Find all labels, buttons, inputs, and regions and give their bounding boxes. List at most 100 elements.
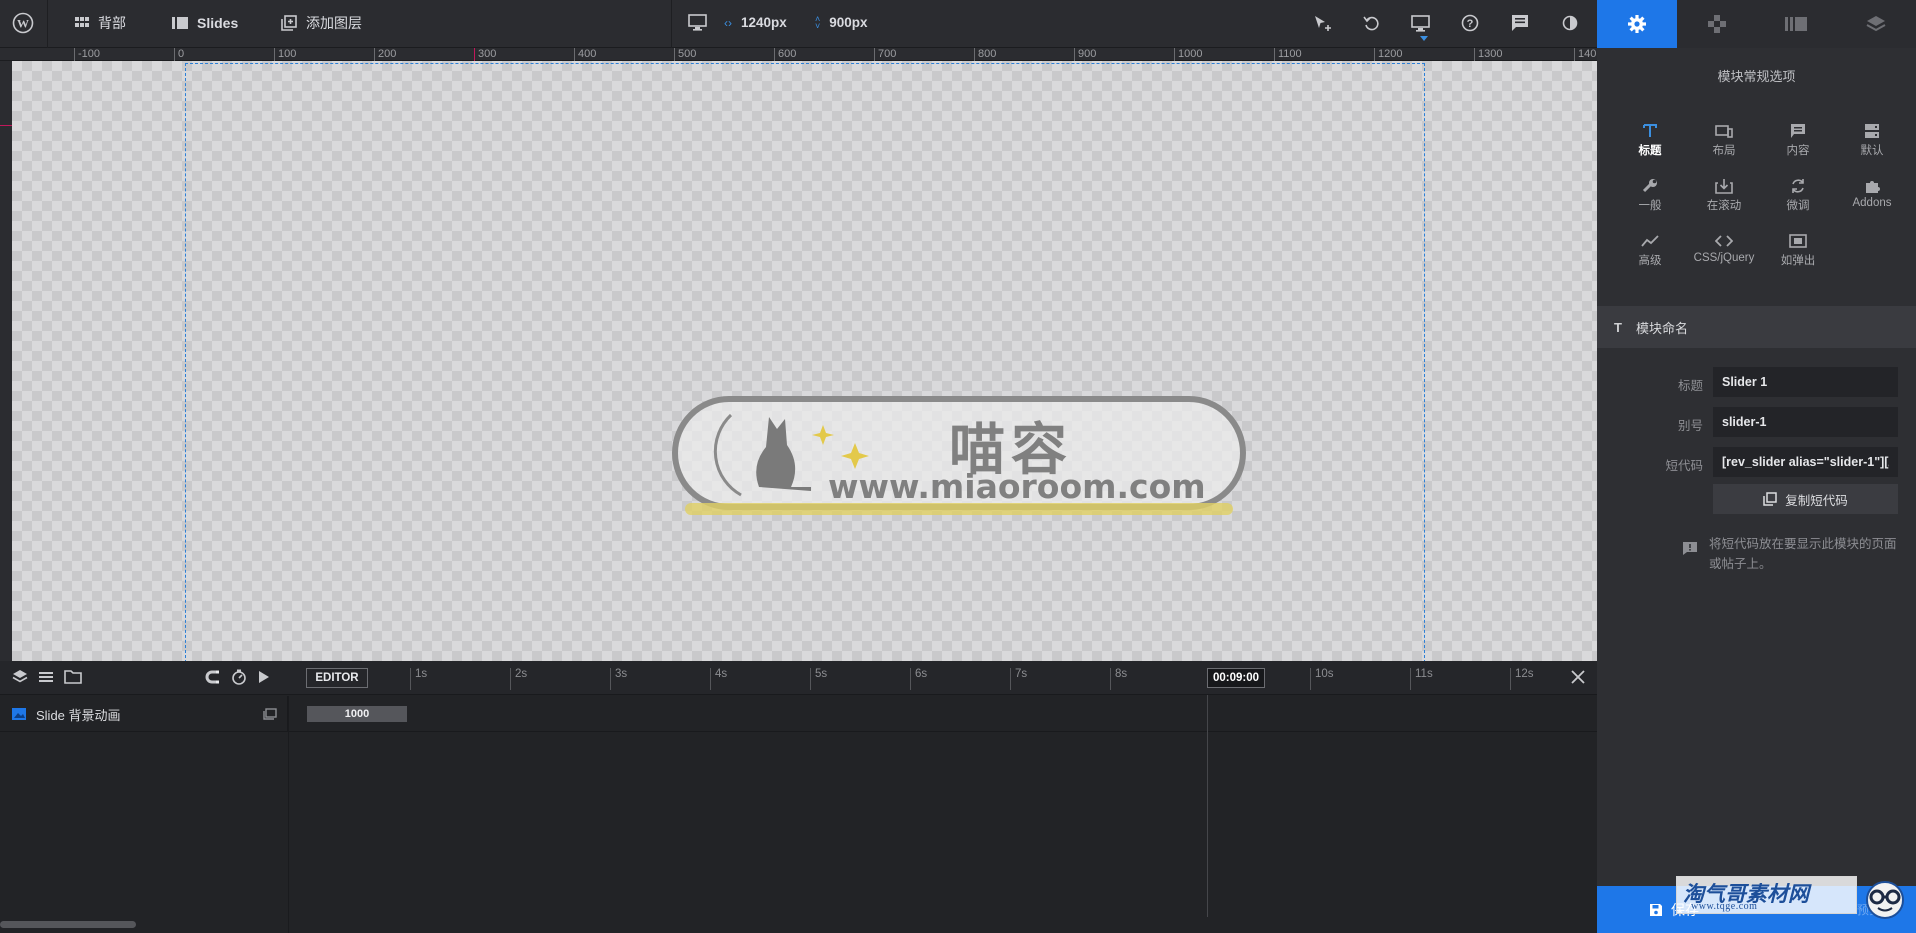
- magnet-icon[interactable]: [205, 669, 221, 685]
- timeline-view-icons: [12, 669, 82, 685]
- corner-watermark: 淘气哥素材网 www.tqge.com: [1676, 876, 1857, 914]
- layers-icon[interactable]: [12, 669, 28, 685]
- close-timeline-button[interactable]: [1569, 668, 1587, 686]
- svg-text:?: ?: [1467, 18, 1474, 30]
- view-device-button[interactable]: [1407, 10, 1433, 36]
- tab-module-settings[interactable]: [1597, 0, 1677, 48]
- feedback-button[interactable]: [1507, 10, 1533, 36]
- svg-text:W: W: [17, 16, 29, 30]
- category-title[interactable]: 标题: [1613, 120, 1687, 164]
- category-on-scroll[interactable]: 在滚动: [1687, 175, 1761, 219]
- category-css-jquery-label: CSS/jQuery: [1693, 252, 1755, 264]
- slide-bg-animation-row[interactable]: Slide 背景动画: [0, 696, 288, 732]
- tab-layers-settings[interactable]: [1836, 0, 1916, 48]
- title-icon: [1643, 124, 1657, 137]
- timeline-second-mark: 12s: [1510, 668, 1534, 690]
- contrast-toggle[interactable]: [1557, 10, 1583, 36]
- ruler-tick: 500: [674, 48, 696, 61]
- category-general-label: 一般: [1638, 200, 1662, 212]
- height-control[interactable]: ˄ ˅ 900px: [815, 0, 868, 45]
- alias-row: 别号: [1597, 407, 1916, 439]
- width-control[interactable]: ‹› 1240px: [724, 0, 787, 45]
- title-input[interactable]: [1713, 367, 1898, 397]
- folder-icon[interactable]: [64, 669, 82, 685]
- section-module-naming[interactable]: T 模块命名: [1597, 306, 1916, 348]
- slide-canvas[interactable]: 喵容 www.miaoroom.com: [12, 61, 1597, 661]
- category-on-scroll-label: 在滚动: [1706, 200, 1742, 212]
- horizontal-scrollbar[interactable]: [0, 921, 136, 928]
- content-area-guide: [185, 63, 1425, 661]
- corner-watermark-url: www.tqge.com: [1691, 901, 1758, 912]
- timeline-second-mark: 2s: [510, 668, 527, 690]
- editor-mode-button[interactable]: EDITOR: [306, 668, 368, 688]
- category-css-jquery[interactable]: CSS/jQuery: [1687, 230, 1761, 274]
- timeline-divider: [288, 696, 289, 933]
- shortcode-input[interactable]: [1713, 447, 1898, 477]
- shortcode-label: 短代码: [1665, 459, 1703, 473]
- ruler-tick: 100: [274, 48, 296, 61]
- category-defaults-label: 默认: [1860, 145, 1884, 157]
- wordpress-icon: W: [12, 12, 34, 33]
- width-arrows-icon: ‹›: [724, 15, 732, 30]
- cursor-plus-icon: [1315, 16, 1331, 31]
- slides-menu[interactable]: Slides: [172, 0, 238, 45]
- right-panel-tabs: [1597, 0, 1916, 48]
- timeline-second-mark: 3s: [610, 668, 627, 690]
- shortcode-hint: 将短代码放在要显示此模块的页面或帖子上。: [1709, 537, 1897, 571]
- ruler-tick: 700: [874, 48, 896, 61]
- ruler-tick: 1000: [1174, 48, 1202, 61]
- timeline-second-mark: 5s: [810, 668, 827, 690]
- timeline-row-slide-bg: Slide 背景动画 1000: [0, 696, 1597, 732]
- gallery-icon[interactable]: [263, 708, 277, 720]
- undo-icon: [1363, 16, 1379, 31]
- mascot-glasses-icon: [1862, 880, 1908, 920]
- category-fine-tune[interactable]: 微调: [1761, 175, 1835, 219]
- category-addons[interactable]: Addons: [1835, 175, 1909, 219]
- wordpress-logo[interactable]: W: [12, 0, 34, 45]
- category-general[interactable]: 一般: [1613, 175, 1687, 219]
- ruler-tick: 1200: [1374, 48, 1402, 61]
- ruler-tick: 800: [974, 48, 996, 61]
- alias-input[interactable]: [1713, 407, 1898, 437]
- timeline-toolbar: EDITOR 1s 2s 3s 4s 5s 6s 7s 8s 10s 11s 1…: [0, 661, 1597, 695]
- undo-button[interactable]: [1358, 10, 1384, 36]
- category-popup[interactable]: 如弹出: [1761, 230, 1835, 274]
- ruler-tick: 600: [774, 48, 796, 61]
- device-desktop-button[interactable]: [688, 0, 707, 45]
- play-icon[interactable]: [257, 669, 271, 685]
- timeline-second-mark: 4s: [710, 668, 727, 690]
- wrench-icon: [1642, 179, 1657, 193]
- timeline-second-mark: 6s: [910, 668, 927, 690]
- background-menu[interactable]: 背部: [75, 0, 126, 45]
- save-icon: [1650, 903, 1662, 916]
- add-layer-menu[interactable]: 添加图层: [281, 0, 362, 45]
- height-arrows-icon: ˄ ˅: [815, 13, 821, 31]
- animation-duration-block[interactable]: 1000: [307, 706, 407, 722]
- copy-shortcode-button[interactable]: 复制短代码: [1713, 484, 1898, 514]
- help-button[interactable]: ?: [1457, 10, 1483, 36]
- category-layout-label: 布局: [1712, 145, 1736, 157]
- category-defaults[interactable]: 默认: [1835, 120, 1909, 164]
- category-advanced[interactable]: 高级: [1613, 230, 1687, 274]
- background-menu-label: 背部: [98, 14, 126, 31]
- settings-panel: 模块常规选项 标题 布局 内容 默认 一般 在滚动 微调 Addons 高级 C…: [1597, 48, 1916, 886]
- list-icon[interactable]: [38, 669, 54, 685]
- canvas-watermark: 喵容 www.miaoroom.com: [671, 395, 1255, 545]
- tab-navigation[interactable]: [1677, 0, 1757, 48]
- ruler-tick: 900: [1074, 48, 1096, 61]
- timeline-playhead[interactable]: [1207, 695, 1208, 917]
- select-tool-button[interactable]: [1310, 10, 1336, 36]
- tab-slides-settings[interactable]: [1757, 0, 1837, 48]
- ruler-tick: -100: [74, 48, 100, 61]
- ruler-tick: 200: [374, 48, 396, 61]
- timeline-second-mark: 11s: [1410, 668, 1433, 690]
- slides-menu-label: Slides: [197, 14, 239, 31]
- refresh-icon: [1792, 179, 1804, 193]
- alias-label: 别号: [1677, 419, 1703, 433]
- ruler-tick: 1300: [1474, 48, 1502, 61]
- category-layout[interactable]: 布局: [1687, 120, 1761, 164]
- category-content[interactable]: 内容: [1761, 120, 1835, 164]
- timer-icon[interactable]: [231, 669, 247, 685]
- active-device-indicator: [1420, 36, 1428, 41]
- current-time-indicator[interactable]: 00:09:00: [1207, 668, 1265, 688]
